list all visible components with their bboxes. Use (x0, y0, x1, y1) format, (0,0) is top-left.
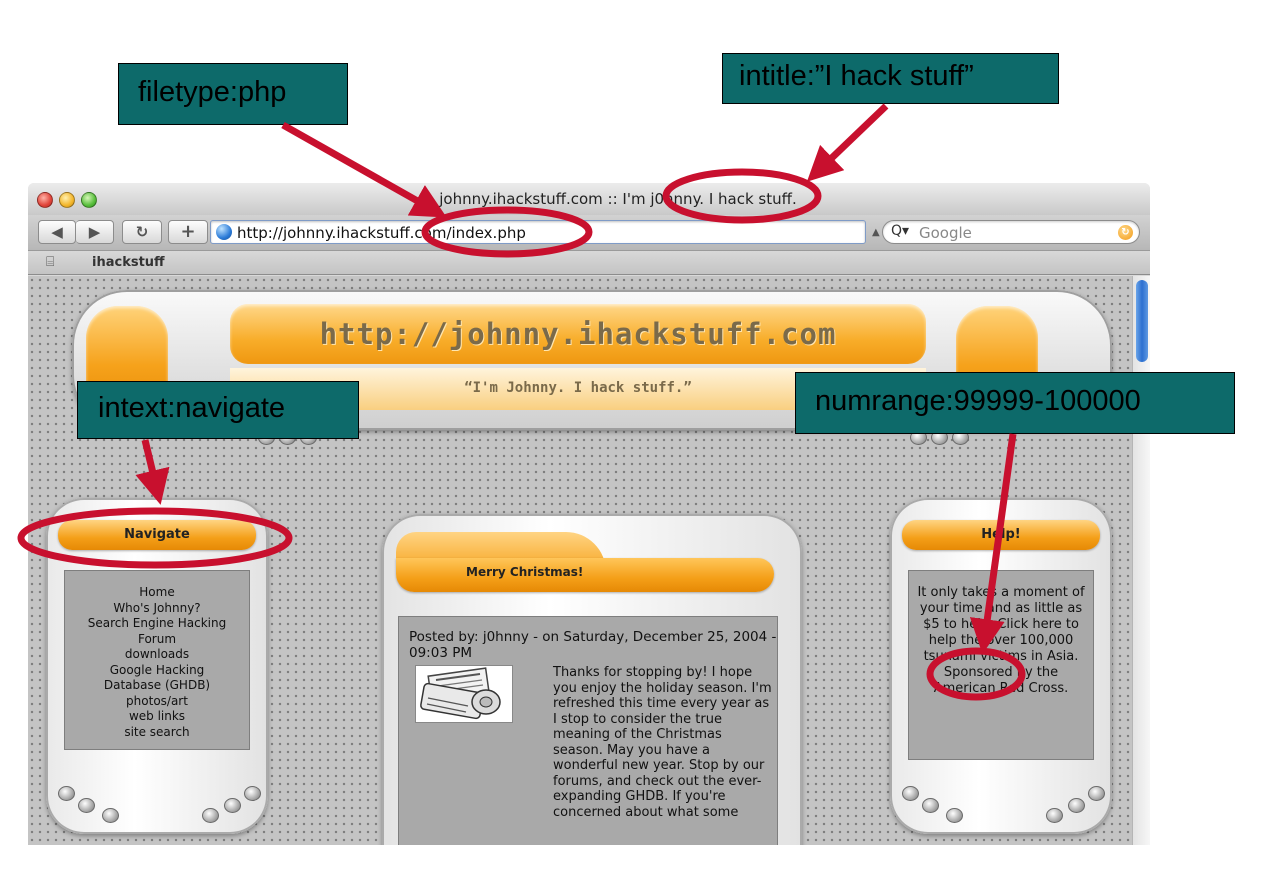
nav-link-site-search[interactable]: site search (65, 725, 249, 741)
dot-icon (78, 798, 95, 813)
nav-link-google-hacking[interactable]: Google Hacking (65, 663, 249, 679)
annotation-numrange: numrange:99999-100000 (795, 372, 1235, 434)
dot-icon (922, 798, 939, 813)
minimize-icon[interactable] (59, 192, 75, 208)
browser-window: johnny.ihackstuff.com :: I'm j0hnny. I h… (28, 183, 1150, 845)
book-icon[interactable]: ⌸ (46, 254, 54, 270)
snapback-icon[interactable]: ↻ (1118, 225, 1133, 240)
add-bookmark-button[interactable]: + (168, 220, 208, 244)
dot-icon (1068, 798, 1085, 813)
back-button[interactable]: ◀ (38, 220, 76, 244)
nav-link-search-engine-hacking[interactable]: Search Engine Hacking (65, 616, 249, 632)
dot-icon (1088, 786, 1105, 801)
nav-link-web-links[interactable]: web links (65, 709, 249, 725)
post-header: Merry Christmas! (396, 558, 774, 592)
nav-link-home[interactable]: Home (65, 585, 249, 601)
navigate-panel: Navigate Home Who's Johnny? Search Engin… (46, 498, 268, 834)
search-icon[interactable]: Q▾ (891, 223, 909, 239)
reload-button[interactable]: ↻ (122, 220, 162, 244)
post-body: Posted by: j0hnny - on Saturday, Decembe… (398, 616, 778, 845)
panel-feet (890, 778, 1112, 834)
help-body: It only takes a moment of your time and … (908, 570, 1094, 760)
dot-icon (102, 808, 119, 823)
navigate-header: Navigate (58, 520, 256, 550)
post-meta: Posted by: j0hnny - on Saturday, Decembe… (409, 629, 777, 661)
dot-icon (58, 786, 75, 801)
address-bar[interactable]: http://johnny.ihackstuff.com/index.php (210, 220, 866, 244)
arrow-intitle (806, 103, 889, 182)
forward-button[interactable]: ▶ (76, 220, 114, 244)
post-text: Thanks for stopping by! I hope you enjoy… (553, 665, 772, 820)
bookmark-ihackstuff[interactable]: ihackstuff (92, 255, 165, 270)
site-title: http://johnny.ihackstuff.com (319, 317, 837, 351)
bookmarks-bar: ⌸ ihackstuff (28, 251, 1150, 275)
navigate-body: Home Who's Johnny? Search Engine Hacking… (64, 570, 250, 750)
help-text[interactable]: It only takes a moment of your time and … (915, 585, 1087, 697)
zoom-icon[interactable] (81, 192, 97, 208)
toolbar: ◀ ▶ ↻ + http://johnny.ihackstuff.com/ind… (28, 215, 1150, 251)
dot-icon (244, 786, 261, 801)
nav-link-forum[interactable]: Forum (65, 632, 249, 648)
annotation-filetype: filetype:php (118, 63, 348, 125)
scrollbar[interactable] (1132, 276, 1150, 845)
post-title: Merry Christmas! (466, 565, 584, 579)
address-text[interactable]: http://johnny.ihackstuff.com/index.php (237, 224, 526, 242)
help-header: Help! (902, 520, 1100, 550)
nav-link-list: Home Who's Johnny? Search Engine Hacking… (65, 585, 249, 740)
window-title: johnny.ihackstuff.com :: I'm j0hnny. I h… (439, 190, 797, 208)
title-bar: johnny.ihackstuff.com :: I'm j0hnny. I h… (28, 183, 1150, 215)
search-input[interactable]: Q▾ Google ↻ (882, 220, 1140, 244)
web-page: http://johnny.ihackstuff.com “I'm Johnny… (28, 276, 1132, 845)
annotation-intext: intext:navigate (77, 381, 359, 439)
search-placeholder: Google (919, 224, 972, 242)
nav-link-whos-johnny[interactable]: Who's Johnny? (65, 601, 249, 617)
header-banner: http://johnny.ihackstuff.com (230, 304, 926, 364)
dot-icon (902, 786, 919, 801)
nav-link-photos[interactable]: photos/art (65, 694, 249, 710)
post-panel: Merry Christmas! Posted by: j0hnny - on … (382, 514, 802, 845)
dot-icon (1046, 808, 1063, 823)
nav-link-ghdb[interactable]: Database (GHDB) (65, 678, 249, 694)
nav-link-downloads[interactable]: downloads (65, 647, 249, 663)
dot-icon (202, 808, 219, 823)
newspaper-image (415, 665, 513, 723)
dot-icon (946, 808, 963, 823)
help-panel: Help! It only takes a moment of your tim… (890, 498, 1112, 834)
dot-icon (224, 798, 241, 813)
annotation-intitle: intitle:”I hack stuff” (722, 53, 1059, 104)
slide: johnny.ihackstuff.com :: I'm j0hnny. I h… (0, 0, 1280, 881)
scrollbar-thumb[interactable] (1136, 280, 1148, 362)
chevron-up-icon[interactable]: ▲ (872, 227, 880, 238)
panel-feet (46, 778, 268, 834)
close-icon[interactable] (37, 192, 53, 208)
globe-icon (216, 224, 232, 240)
